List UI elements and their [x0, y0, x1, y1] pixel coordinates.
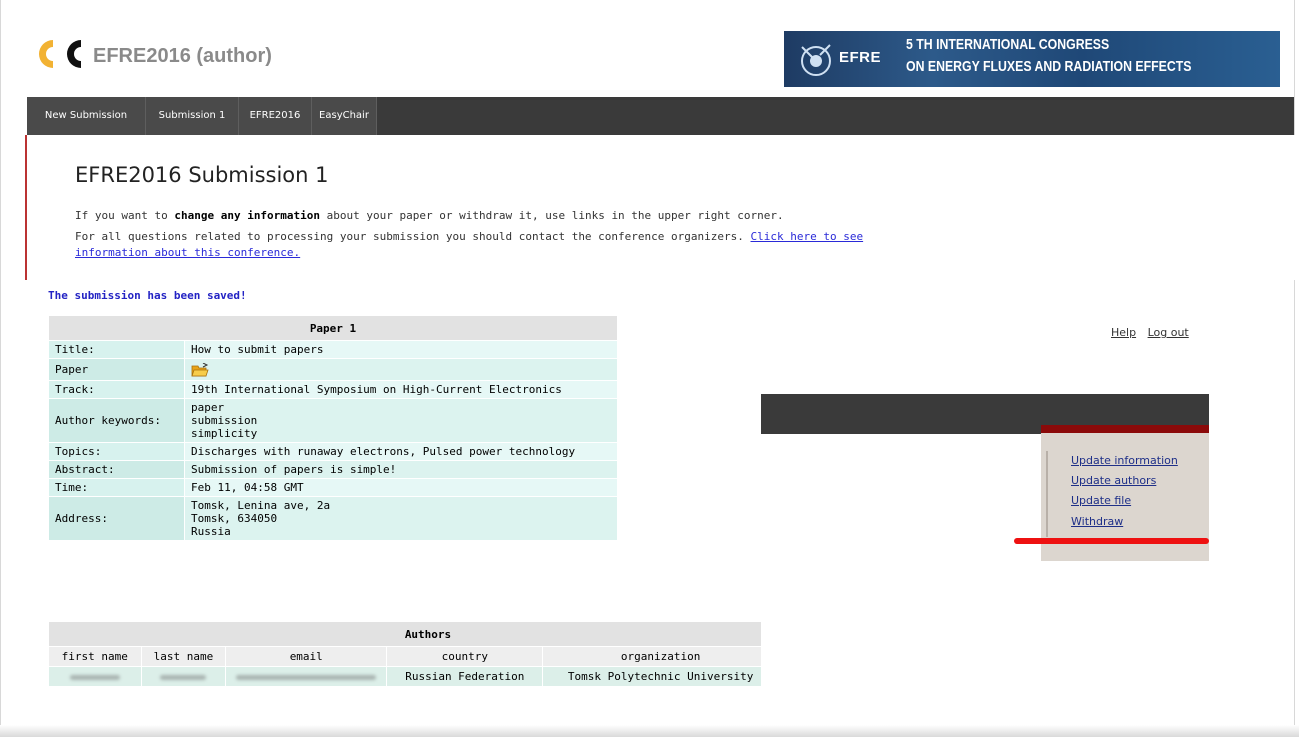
banner-line-1: 5 TH INTERNATIONAL CONGRESS	[906, 36, 1110, 53]
menu-easychair[interactable]: EasyChair	[312, 97, 377, 135]
easychair-logo-icon	[39, 40, 81, 68]
conference-info-link-part1[interactable]: Click here to see	[751, 230, 864, 243]
menu-divider	[1046, 451, 1048, 537]
authors-table-caption: Authors	[48, 621, 761, 647]
table-row: Time: Feb 11, 04:58 GMT	[48, 478, 618, 497]
column-header: country	[386, 646, 544, 667]
author-last-name-redacted	[140, 666, 227, 687]
main-menu-bar: New Submission Submission 1 EFRE2016 Eas…	[27, 97, 1294, 135]
table-row: Paper	[48, 358, 618, 381]
column-header: first name	[48, 646, 142, 667]
row-label-paper: Paper	[48, 358, 185, 381]
author-country: Russian Federation	[386, 666, 544, 687]
menu-submission-1[interactable]: Submission 1	[146, 97, 239, 135]
row-label-keywords: Author keywords:	[48, 398, 185, 443]
conference-banner: EFRE 5 TH INTERNATIONAL CONGRESS ON ENER…	[784, 31, 1280, 87]
keyword-item: submission	[191, 414, 258, 427]
update-file-link[interactable]: Update file	[1071, 494, 1131, 507]
row-label-time: Time:	[48, 478, 185, 497]
intro-line-1-end: about your paper or withdraw it, use lin…	[320, 209, 784, 222]
author-email-redacted	[225, 666, 388, 687]
authors-table: Authors first name last name email count…	[48, 621, 761, 687]
column-header: email	[225, 646, 388, 667]
table-row: Address: Tomsk, Lenina ave, 2a Tomsk, 63…	[48, 496, 618, 541]
update-information-link[interactable]: Update information	[1071, 454, 1178, 467]
intro-line-1: If you want to change any information ab…	[75, 209, 784, 222]
row-value-keywords: paper submission simplicity	[184, 398, 618, 443]
table-row: Topics: Discharges with runaway electron…	[48, 442, 618, 461]
intro-line-1-start: If you want to	[75, 209, 175, 222]
page-title: EFRE2016 Submission 1	[75, 163, 329, 187]
intro-panel: EFRE2016 Submission 1 If you want to cha…	[25, 135, 1295, 280]
row-value-track: 19th International Symposium on High-Cur…	[184, 380, 618, 399]
intro-line-2-text: For all questions related to processing …	[75, 230, 751, 243]
withdraw-link[interactable]: Withdraw	[1071, 515, 1123, 528]
logout-link[interactable]: Log out	[1148, 326, 1189, 339]
table-row: Abstract: Submission of papers is simple…	[48, 460, 618, 479]
table-row: Title: How to submit papers	[48, 340, 618, 359]
row-value-time: Feb 11, 04:58 GMT	[184, 478, 618, 497]
row-value-title: How to submit papers	[184, 340, 618, 359]
row-label-address: Address:	[48, 496, 185, 541]
row-label-topics: Topics:	[48, 442, 185, 461]
authors-header-row: first name last name email country organ…	[48, 646, 761, 667]
address-line: Russia	[191, 525, 231, 538]
intro-line-2: For all questions related to processing …	[75, 230, 863, 243]
table-row: Track: 19th International Symposium on H…	[48, 380, 618, 399]
address-line: Tomsk, 634050	[191, 512, 278, 525]
help-link[interactable]: Help	[1111, 326, 1136, 339]
author-organization: Tomsk Polytechnic University	[542, 666, 761, 687]
conference-info-link-part2[interactable]: information about this conference.	[75, 246, 300, 259]
address-line: Tomsk, Lenina ave, 2a	[191, 499, 331, 512]
row-label-title: Title:	[48, 340, 185, 359]
red-highlight-mark	[1014, 538, 1209, 544]
table-row: Russian Federation Tomsk Polytechnic Uni…	[48, 666, 761, 687]
table-row: Author keywords: paper submission simpli…	[48, 398, 618, 443]
authors-table-wrapper: Authors first name last name email count…	[48, 621, 761, 701]
update-authors-link[interactable]: Update authors	[1071, 474, 1156, 487]
menu-new-submission[interactable]: New Submission	[27, 97, 146, 135]
menu-efre2016[interactable]: EFRE2016	[239, 97, 312, 135]
banner-efre-label: EFRE	[839, 49, 882, 66]
folder-icon[interactable]	[191, 363, 209, 377]
banner-line-2: ON ENERGY FLUXES AND RADIATION EFFECTS	[906, 58, 1192, 75]
row-label-track: Track:	[48, 380, 185, 399]
column-header: last name	[140, 646, 227, 667]
keyword-item: simplicity	[191, 427, 258, 440]
paper-table-caption: Paper 1	[48, 315, 618, 341]
app-title: EFRE2016 (author)	[93, 45, 272, 67]
row-label-abstract: Abstract:	[48, 460, 185, 479]
row-value-address: Tomsk, Lenina ave, 2a Tomsk, 634050 Russ…	[184, 496, 618, 541]
page-frame: EFRE2016 (author) EFRE 5 TH INTERNATIONA…	[0, 0, 1295, 737]
row-value-abstract: Submission of papers is simple!	[184, 460, 618, 479]
column-header: organization	[542, 646, 761, 667]
bottom-shadow	[0, 725, 1299, 737]
top-links: Help Log out	[1111, 326, 1197, 339]
paper-table: Paper 1 Title: How to submit papers Pape…	[48, 315, 618, 541]
banner-emblem-icon	[801, 44, 831, 76]
keyword-item: paper	[191, 401, 225, 414]
saved-message: The submission has been saved!	[48, 289, 247, 302]
author-first-name-redacted	[48, 666, 142, 687]
row-value-topics: Discharges with runaway electrons, Pulse…	[184, 442, 618, 461]
intro-line-3: information about this conference.	[75, 246, 300, 259]
intro-line-1-bold: change any information	[174, 209, 321, 222]
row-value-paper	[184, 358, 618, 381]
